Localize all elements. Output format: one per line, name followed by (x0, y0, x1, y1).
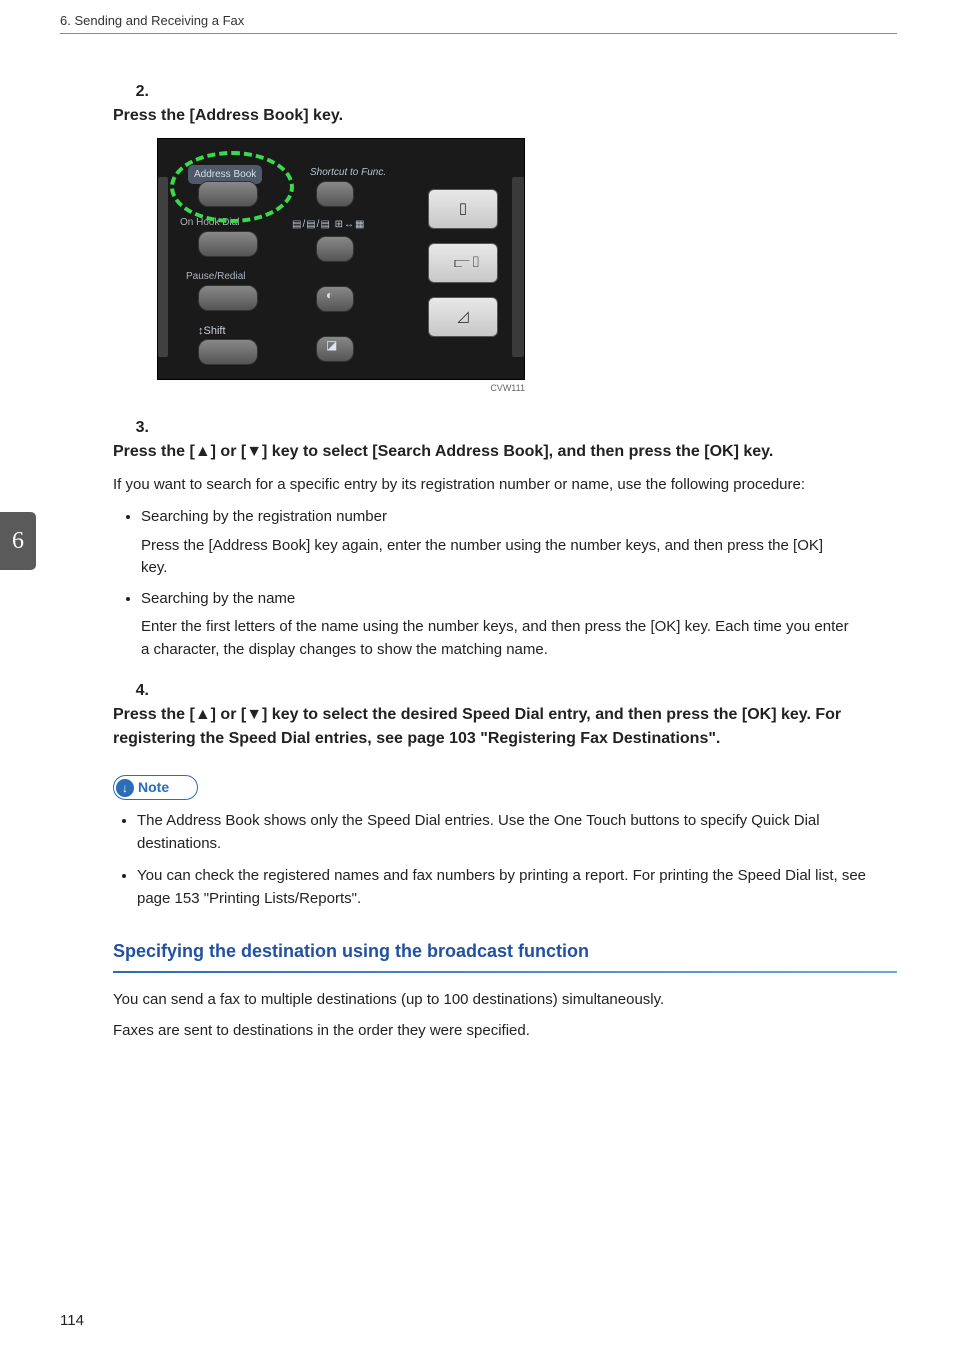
bullet-body: Press the [Address Book] key again, ente… (141, 535, 853, 580)
subsection-paragraph: You can send a fax to multiple destinati… (113, 989, 897, 1012)
id-mode-icon: ⫍▯ (454, 254, 472, 272)
on-hook-button (198, 231, 258, 257)
step-paragraph: If you want to search for a specific ent… (113, 474, 853, 497)
shift-label: ↕Shift (198, 323, 226, 340)
shift-button (198, 339, 258, 365)
step-2: 2. Press the [Address Book] key. Address… (113, 80, 897, 406)
note-badge: ↓ Note (113, 775, 198, 800)
step-number: 2. (113, 80, 149, 104)
mode-button-1: ▯ (428, 189, 498, 229)
copy-mode-icon: ▯ (454, 200, 472, 218)
shortcut-label: Shortcut to Func. (310, 165, 386, 180)
mode-button-3: ◿ (428, 297, 498, 337)
subsection-title: Specifying the destination using the bro… (113, 938, 897, 965)
step-heading: Press the [▲] or [▼] key to select the d… (113, 703, 853, 751)
bullet-title: Searching by the name (141, 590, 295, 607)
layout-button (316, 236, 354, 262)
note-icon: ↓ (116, 779, 134, 797)
step-number: 3. (113, 416, 149, 440)
subsection-divider (113, 971, 897, 973)
list-item: Searching by the registration number Pre… (141, 506, 853, 580)
page-cross-reference: page 103 "Registering Fax Destinations" (407, 730, 716, 747)
scan-mode-icon: ◿ (454, 308, 472, 326)
note-list: The Address Book shows only the Speed Di… (137, 810, 897, 910)
page-number: 114 (60, 1310, 84, 1333)
search-methods-list: Searching by the registration number Pre… (141, 506, 853, 661)
panel-illustration-wrap: Address Book Shortcut to Func. On Hook D… (157, 138, 853, 396)
contrast-button (316, 286, 354, 312)
pause-redial-label: Pause/Redial (186, 269, 245, 284)
step-3: 3. Press the [▲] or [▼] key to select [S… (113, 416, 897, 670)
list-item: You can check the registered names and f… (137, 865, 897, 910)
layout-icons-row: ▤/▤/▤ ⊞↔▦ (292, 217, 366, 232)
memory-icon: ◪ (326, 336, 337, 354)
highlight-oval (170, 151, 294, 223)
contrast-icon: ◐ (326, 286, 333, 304)
step-heading: Press the [▲] or [▼] key to select [Sear… (113, 440, 853, 464)
step-heading-post: . (716, 730, 720, 747)
printer-panel-illustration: Address Book Shortcut to Func. On Hook D… (157, 138, 525, 380)
chapter-tab: 6 (0, 512, 36, 570)
step-number: 4. (113, 679, 149, 703)
panel-edge-right (512, 177, 524, 357)
list-item: Searching by the name Enter the first le… (141, 588, 853, 662)
pause-redial-button (198, 285, 258, 311)
bullet-body: Enter the first letters of the name usin… (141, 616, 853, 661)
panel-edge-left (158, 177, 168, 357)
content-area: 2. Press the [Address Book] key. Address… (113, 80, 897, 1050)
shortcut-button (316, 181, 354, 207)
list-item: The Address Book shows only the Speed Di… (137, 810, 897, 855)
step-4: 4. Press the [▲] or [▼] key to select th… (113, 679, 897, 761)
illustration-caption: CVW111 (157, 382, 525, 396)
chapter-header: 6. Sending and Receiving a Fax (60, 11, 244, 31)
step-heading: Press the [Address Book] key. (113, 104, 853, 128)
bullet-title: Searching by the registration number (141, 508, 387, 525)
subsection-paragraph: Faxes are sent to destinations in the or… (113, 1020, 897, 1043)
mode-button-2: ⫍▯ (428, 243, 498, 283)
note-label: Note (138, 777, 169, 798)
header-divider (60, 33, 897, 34)
